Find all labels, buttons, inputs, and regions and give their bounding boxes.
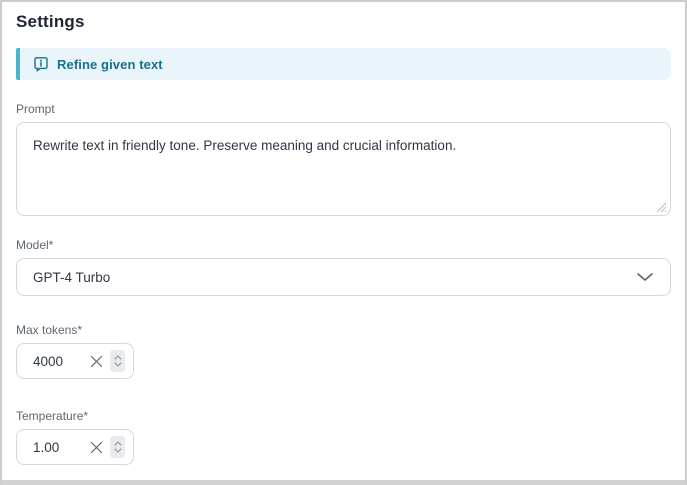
max-tokens-input[interactable]: [33, 354, 89, 369]
model-selected-value: GPT-4 Turbo: [33, 270, 110, 285]
stepper-up-down-icon[interactable]: [110, 350, 125, 372]
temperature-input[interactable]: [33, 440, 89, 455]
banner-label: Refine given text: [57, 57, 163, 72]
model-select[interactable]: GPT-4 Turbo: [16, 258, 671, 296]
settings-page: Settings Refine given text Prompt Rewrit…: [0, 0, 687, 485]
prompt-field-wrap: Rewrite text in friendly tone. Preserve …: [16, 122, 671, 216]
prompt-textarea[interactable]: Rewrite text in friendly tone. Preserve …: [16, 122, 671, 216]
stepper-up-down-icon[interactable]: [110, 436, 125, 458]
resize-grip-icon[interactable]: [655, 200, 667, 212]
page-title: Settings: [16, 10, 671, 34]
max-tokens-field: [16, 343, 134, 379]
model-label: Model*: [16, 238, 671, 252]
x-clear-icon[interactable]: [89, 440, 103, 454]
info-banner: Refine given text: [16, 48, 671, 80]
prompt-label: Prompt: [16, 102, 671, 116]
temperature-label: Temperature*: [16, 409, 671, 423]
info-bubble-icon: [33, 56, 49, 72]
chevron-down-icon: [636, 272, 654, 282]
x-clear-icon[interactable]: [89, 354, 103, 368]
temperature-field: [16, 429, 134, 465]
max-tokens-label: Max tokens*: [16, 323, 671, 337]
